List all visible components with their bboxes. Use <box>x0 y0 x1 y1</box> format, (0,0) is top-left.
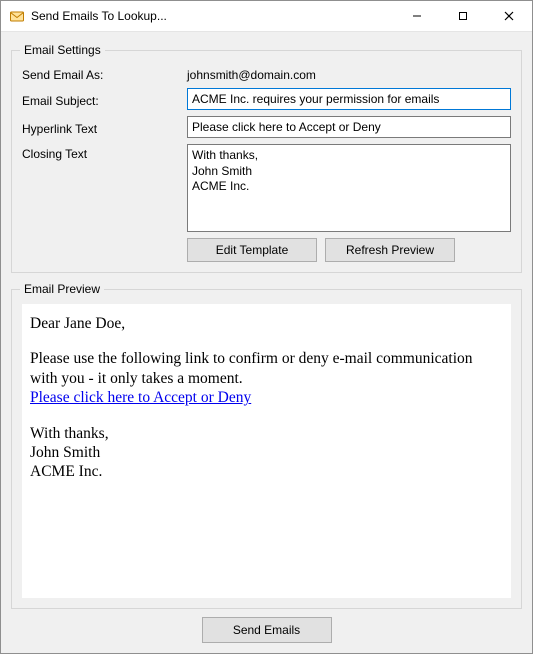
window: Send Emails To Lookup... Email Settings … <box>0 0 533 654</box>
minimize-button[interactable] <box>394 1 440 31</box>
closing-label: Closing Text <box>22 144 187 161</box>
app-envelope-icon <box>9 8 25 24</box>
send-as-label: Send Email As: <box>22 65 187 82</box>
settings-buttons: Edit Template Refresh Preview <box>187 238 511 262</box>
row-send-as: Send Email As: johnsmith@domain.com <box>22 65 511 82</box>
hyperlink-input[interactable] <box>187 116 511 138</box>
row-closing: Closing Text <box>22 144 511 232</box>
refresh-preview-button[interactable]: Refresh Preview <box>325 238 455 262</box>
preview-closing: With thanks,John SmithACME Inc. <box>30 424 503 482</box>
preview-link[interactable]: Please click here to Accept or Deny <box>30 389 251 406</box>
closing-textarea[interactable] <box>187 144 511 232</box>
preview-closing-line: John Smith <box>30 443 503 462</box>
send-as-value: johnsmith@domain.com <box>187 65 511 82</box>
email-preview-group: Email Preview Dear Jane Doe, Please use … <box>11 289 522 609</box>
preview-closing-line: With thanks, <box>30 424 503 443</box>
window-buttons <box>394 1 532 31</box>
row-hyperlink: Hyperlink Text <box>22 116 511 138</box>
preview-greeting: Dear Jane Doe, <box>30 314 503 333</box>
window-title: Send Emails To Lookup... <box>31 9 394 23</box>
titlebar: Send Emails To Lookup... <box>1 1 532 32</box>
preview-closing-line: ACME Inc. <box>30 462 503 481</box>
row-subject: Email Subject: <box>22 88 511 110</box>
bottom-bar: Send Emails <box>11 609 522 645</box>
maximize-button[interactable] <box>440 1 486 31</box>
send-emails-button[interactable]: Send Emails <box>202 617 332 643</box>
hyperlink-label: Hyperlink Text <box>22 119 187 136</box>
edit-template-button[interactable]: Edit Template <box>187 238 317 262</box>
email-preview-legend: Email Preview <box>20 282 104 296</box>
preview-pane: Dear Jane Doe, Please use the following … <box>22 304 511 598</box>
email-settings-legend: Email Settings <box>20 43 105 57</box>
subject-input[interactable] <box>187 88 511 110</box>
preview-body-text: Please use the following link to confirm… <box>30 349 503 388</box>
close-button[interactable] <box>486 1 532 31</box>
subject-label: Email Subject: <box>22 91 187 108</box>
email-settings-group: Email Settings Send Email As: johnsmith@… <box>11 50 522 273</box>
dialog-body: Email Settings Send Email As: johnsmith@… <box>1 32 532 653</box>
